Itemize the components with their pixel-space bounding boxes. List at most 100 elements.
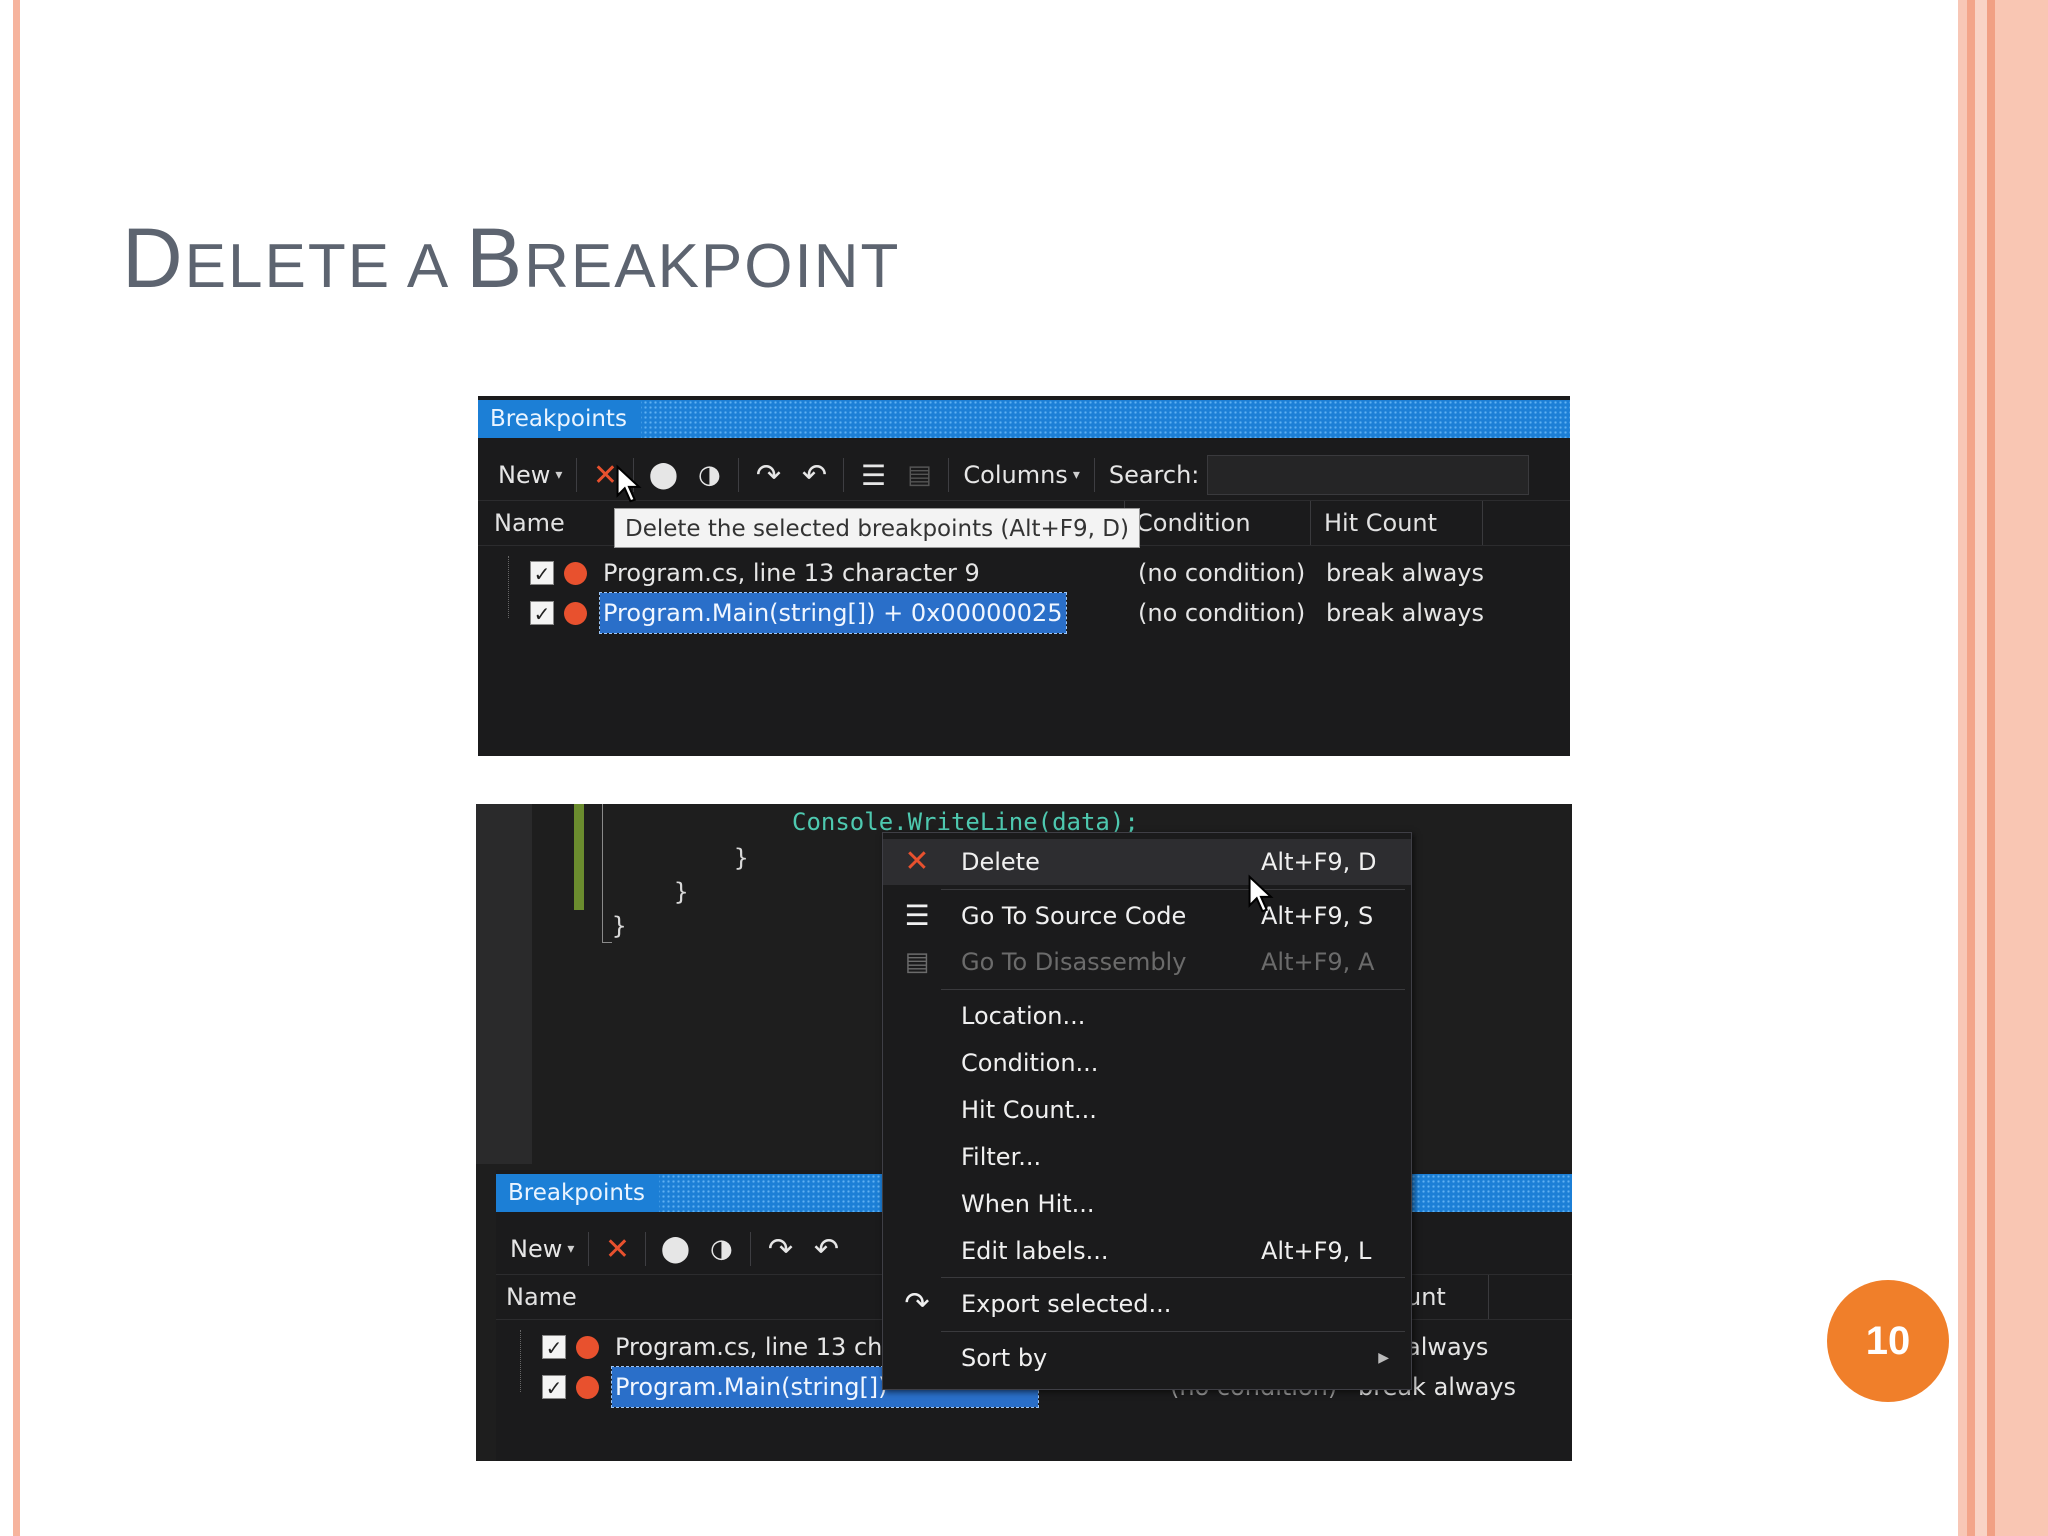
breakpoint-enabled-checkbox[interactable]: ✓ — [542, 1375, 566, 1400]
column-separator[interactable] — [1482, 501, 1483, 545]
slide-title: DELETE A BREAKPOINT — [122, 210, 900, 307]
code-line-brace: } — [612, 912, 626, 940]
breakpoint-enabled-checkbox[interactable]: ✓ — [542, 1335, 566, 1360]
breakpoint-dot-icon — [564, 602, 587, 625]
menu-label: Go To Source Code — [961, 902, 1187, 930]
menu-shortcut: Alt+F9, S — [1261, 902, 1374, 930]
column-separator[interactable] — [1488, 1275, 1489, 1319]
menu-item-location[interactable]: Location... — [883, 993, 1411, 1039]
breakpoint-hit-count: break always — [1326, 599, 1484, 627]
toolbar-separator — [576, 458, 578, 492]
toggle-all-icon: ◑ — [698, 460, 721, 490]
page-number-badge: 10 — [1827, 1280, 1949, 1402]
title-small-caps-2: REAKPOINT — [524, 232, 901, 301]
go-to-source-button[interactable]: ☰ — [850, 455, 896, 495]
export-icon: ↷ — [767, 1231, 793, 1267]
menu-separator — [941, 889, 1405, 890]
menu-shortcut: Alt+F9, D — [1261, 848, 1377, 876]
mouse-pointer-icon — [1248, 874, 1274, 913]
new-dropdown[interactable]: New — [500, 1229, 582, 1269]
disassembly-icon: ▤ — [904, 947, 930, 977]
delete-button[interactable]: ✕ — [595, 1229, 639, 1269]
menu-label: Delete — [961, 848, 1040, 876]
delete-all-icon: ⬤ — [660, 1234, 690, 1264]
delete-icon: ✕ — [904, 844, 930, 879]
breakpoints-toolbar: New ✕ ⬤ ◑ ↷ ↶ ☰ ▤ Columns Search: — [488, 452, 1530, 498]
breakpoint-dot-icon — [576, 1376, 599, 1399]
breakpoint-name: Program.cs, line 13 char — [615, 1333, 907, 1361]
go-to-source-icon: ☰ — [860, 458, 886, 492]
breakpoint-row[interactable]: ✓ Program.cs, line 13 character 9 (no co… — [478, 553, 1570, 593]
delete-all-button[interactable]: ⬤ — [652, 1229, 698, 1269]
go-to-disassembly-icon: ▤ — [907, 460, 932, 490]
menu-separator — [941, 1331, 1405, 1332]
import-icon: ↶ — [801, 457, 827, 493]
title-cap-d: D — [122, 211, 185, 305]
code-text: } — [734, 844, 749, 872]
menu-item-when-hit[interactable]: When Hit... — [883, 1181, 1411, 1227]
breakpoint-dot-icon — [576, 1336, 599, 1359]
columns-dropdown[interactable]: Columns — [955, 455, 1087, 495]
breakpoint-name: Program.Main(string[]) + 0x00000025 — [599, 592, 1067, 634]
toolbar-separator — [1093, 458, 1095, 492]
menu-label: Go To Disassembly — [961, 948, 1187, 976]
search-input[interactable] — [1207, 455, 1530, 495]
breakpoint-hit-count: always — [1406, 1333, 1489, 1361]
menu-item-hit-count[interactable]: Hit Count... — [883, 1087, 1411, 1133]
import-button[interactable]: ↶ — [791, 455, 837, 495]
code-text: } — [612, 912, 627, 940]
toggle-all-button[interactable]: ◑ — [698, 1229, 744, 1269]
submenu-arrow-icon: ▶ — [1378, 1350, 1389, 1366]
header-name[interactable]: Name — [506, 1275, 577, 1319]
right-stripe-1 — [1958, 0, 1967, 1536]
menu-separator — [941, 989, 1405, 990]
menu-item-condition[interactable]: Condition... — [883, 1040, 1411, 1086]
menu-item-filter[interactable]: Filter... — [883, 1134, 1411, 1180]
menu-label: When Hit... — [961, 1190, 1095, 1218]
breakpoints-window-screenshot: Breakpoints New ✕ ⬤ ◑ ↷ ↶ ☰ ▤ Columns Se… — [478, 396, 1570, 756]
column-separator[interactable] — [1310, 501, 1311, 545]
outline-guide-end — [602, 942, 612, 943]
header-condition[interactable]: Condition — [1136, 501, 1251, 545]
toggle-all-button[interactable]: ◑ — [686, 455, 732, 495]
delete-tooltip: Delete the selected breakpoints (Alt+F9,… — [614, 508, 1140, 548]
new-dropdown[interactable]: New — [488, 455, 570, 495]
breakpoint-dot-icon — [564, 562, 587, 585]
menu-item-sort-by[interactable]: Sort by ▶ — [883, 1335, 1411, 1381]
breakpoints-titlebar: Breakpoints — [478, 400, 1570, 438]
header-name[interactable]: Name — [494, 501, 565, 545]
breakpoint-condition: (no condition) — [1138, 559, 1306, 587]
breakpoints-title: Breakpoints — [496, 1174, 659, 1212]
toolbar-separator — [750, 1232, 752, 1266]
title-cap-b: B — [466, 211, 525, 305]
menu-item-export-selected[interactable]: ↷ Export selected... — [883, 1281, 1411, 1327]
right-stripe-3 — [1975, 0, 1987, 1536]
menu-item-edit-labels[interactable]: Edit labels... Alt+F9, L — [883, 1228, 1411, 1274]
code-line-brace: } — [734, 844, 748, 872]
delete-all-button[interactable]: ⬤ — [640, 455, 686, 495]
menu-label: Hit Count... — [961, 1096, 1097, 1124]
go-to-source-icon: ☰ — [904, 899, 930, 932]
delete-all-icon: ⬤ — [648, 460, 678, 490]
toolbar-separator — [948, 458, 950, 492]
editor-margin — [476, 804, 532, 1164]
header-hit-count[interactable]: Hit Count — [1324, 501, 1437, 545]
breakpoint-row-selected[interactable]: ✓ Program.Main(string[]) + 0x00000025 (n… — [478, 592, 1570, 634]
menu-label: Export selected... — [961, 1290, 1172, 1318]
left-edge-stripe — [13, 0, 20, 1536]
code-text: } — [674, 878, 689, 906]
breakpoints-toolbar: New ✕ ⬤ ◑ ↷ ↶ — [500, 1226, 849, 1272]
go-to-disassembly-button[interactable]: ▤ — [896, 455, 942, 495]
export-icon: ↷ — [755, 457, 781, 493]
search-label: Search: — [1101, 455, 1208, 495]
breakpoint-enabled-checkbox[interactable]: ✓ — [530, 601, 554, 626]
export-button[interactable]: ↷ — [745, 455, 791, 495]
import-button[interactable]: ↶ — [803, 1229, 849, 1269]
menu-item-delete[interactable]: ✕ Delete Alt+F9, D — [883, 839, 1411, 885]
breakpoints-title: Breakpoints — [478, 400, 641, 438]
export-button[interactable]: ↷ — [757, 1229, 803, 1269]
menu-item-go-to-source[interactable]: ☰ Go To Source Code Alt+F9, S — [883, 893, 1411, 939]
menu-shortcut: Alt+F9, A — [1261, 948, 1375, 976]
new-label: New — [498, 461, 551, 489]
breakpoint-enabled-checkbox[interactable]: ✓ — [530, 561, 554, 586]
